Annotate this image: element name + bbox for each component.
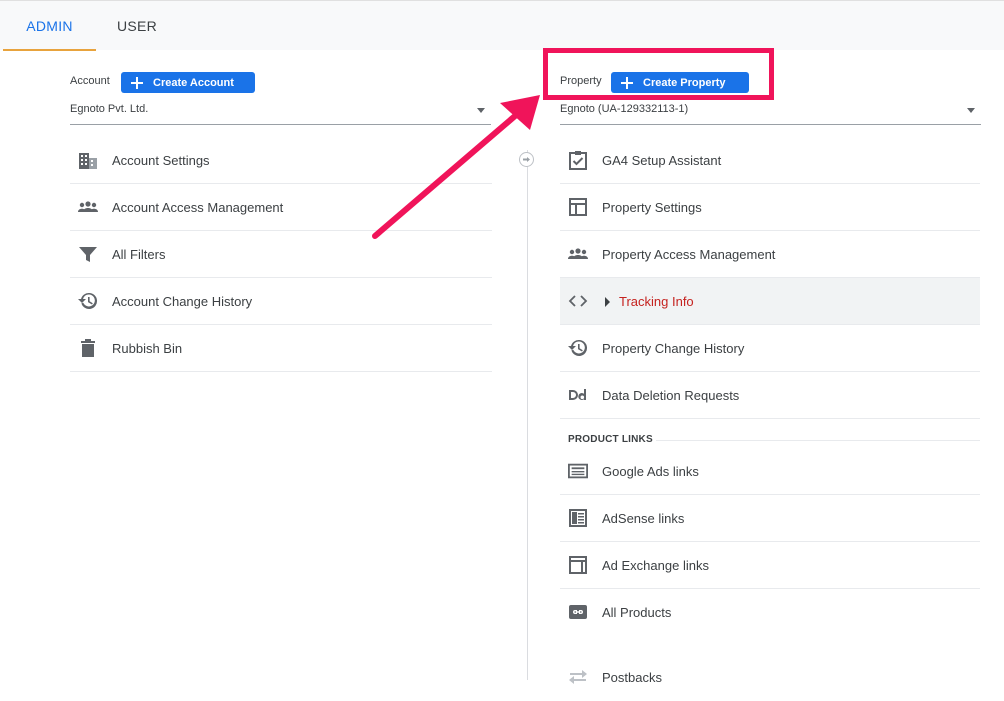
ads-icon [568,463,588,479]
menu-account-settings[interactable]: Account Settings [70,137,492,184]
menu-label: Ad Exchange links [602,558,709,573]
menu-label: Account Access Management [112,200,284,215]
column-divider [527,150,528,680]
menu-all-products[interactable]: All Products [560,589,980,636]
menu-google-ads-links[interactable]: Google Ads links [560,448,980,495]
postbacks-icon [569,670,587,684]
menu-postbacks[interactable]: Postbacks [560,654,980,701]
menu-property-change-history[interactable]: Property Change History [560,325,980,372]
code-icon [568,295,588,307]
menu-label: Google Ads links [602,464,699,479]
menu-label: GA4 Setup Assistant [602,153,722,168]
menu-label: Rubbish Bin [112,341,183,356]
menu-label: Property Access Management [602,247,776,262]
section-divider [656,440,980,441]
menu-ga4-setup-assistant[interactable]: GA4 Setup Assistant [560,137,980,184]
menu-all-filters[interactable]: All Filters [70,231,492,278]
adsense-icon [569,509,587,527]
menu-label: AdSense links [602,511,685,526]
menu-label: Tracking Info [619,294,694,309]
adexchange-icon [569,556,587,574]
caret-down-icon [967,108,975,113]
caret-down-icon [477,108,485,113]
history-icon [78,292,98,309]
create-account-button[interactable]: Create Account [121,72,255,93]
plus-icon [131,76,143,89]
link-icon [569,605,587,619]
menu-property-access-management[interactable]: Property Access Management [560,231,980,278]
dd-icon [569,389,586,400]
menu-label: Postbacks [602,670,662,685]
menu-tracking-info[interactable]: Tracking Info [560,278,980,325]
people-icon [568,248,588,259]
menu-label: Data Deletion Requests [602,388,740,403]
menu-label: Property Settings [602,200,702,215]
product-links-title: PRODUCT LINKS [568,434,653,445]
tab-user[interactable]: USER [104,1,170,51]
menu-label: All Filters [112,247,166,262]
arrow-right-icon [523,157,530,162]
filter-icon [79,247,97,262]
menu-account-change-history[interactable]: Account Change History [70,278,492,325]
history-icon [568,339,588,356]
arrow-right-circle-icon[interactable] [519,152,534,167]
top-tab-bar: ADMIN USER [0,0,1004,51]
property-selector[interactable]: Egnoto (UA-129332113-1) [560,101,981,125]
tab-admin[interactable]: ADMIN [3,1,96,51]
clipboard-check-icon [569,151,587,170]
account-selected-value: Egnoto Pvt. Ltd. [70,103,149,115]
menu-rubbish-bin[interactable]: Rubbish Bin [70,325,492,372]
menu-adsense-links[interactable]: AdSense links [560,495,980,542]
building-icon [79,153,97,169]
account-selector[interactable]: Egnoto Pvt. Ltd. [70,101,491,125]
caret-right-icon[interactable] [604,297,611,307]
menu-label: Account Change History [112,294,253,309]
property-selected-value: Egnoto (UA-129332113-1) [560,103,689,115]
menu-label: Property Change History [602,341,745,356]
people-icon [78,201,98,212]
trash-icon [81,339,95,357]
create-account-button-label: Create Account [153,76,234,89]
account-label: Account [70,75,110,87]
menu-property-settings[interactable]: Property Settings [560,184,980,231]
menu-account-access-management[interactable]: Account Access Management [70,184,492,231]
menu-ad-exchange-links[interactable]: Ad Exchange links [560,542,980,589]
annotation-highlight-box [543,48,774,100]
layout-icon [569,198,587,216]
menu-label: All Products [602,605,672,620]
menu-label: Account Settings [112,153,210,168]
menu-data-deletion-requests[interactable]: Data Deletion Requests [560,372,980,419]
